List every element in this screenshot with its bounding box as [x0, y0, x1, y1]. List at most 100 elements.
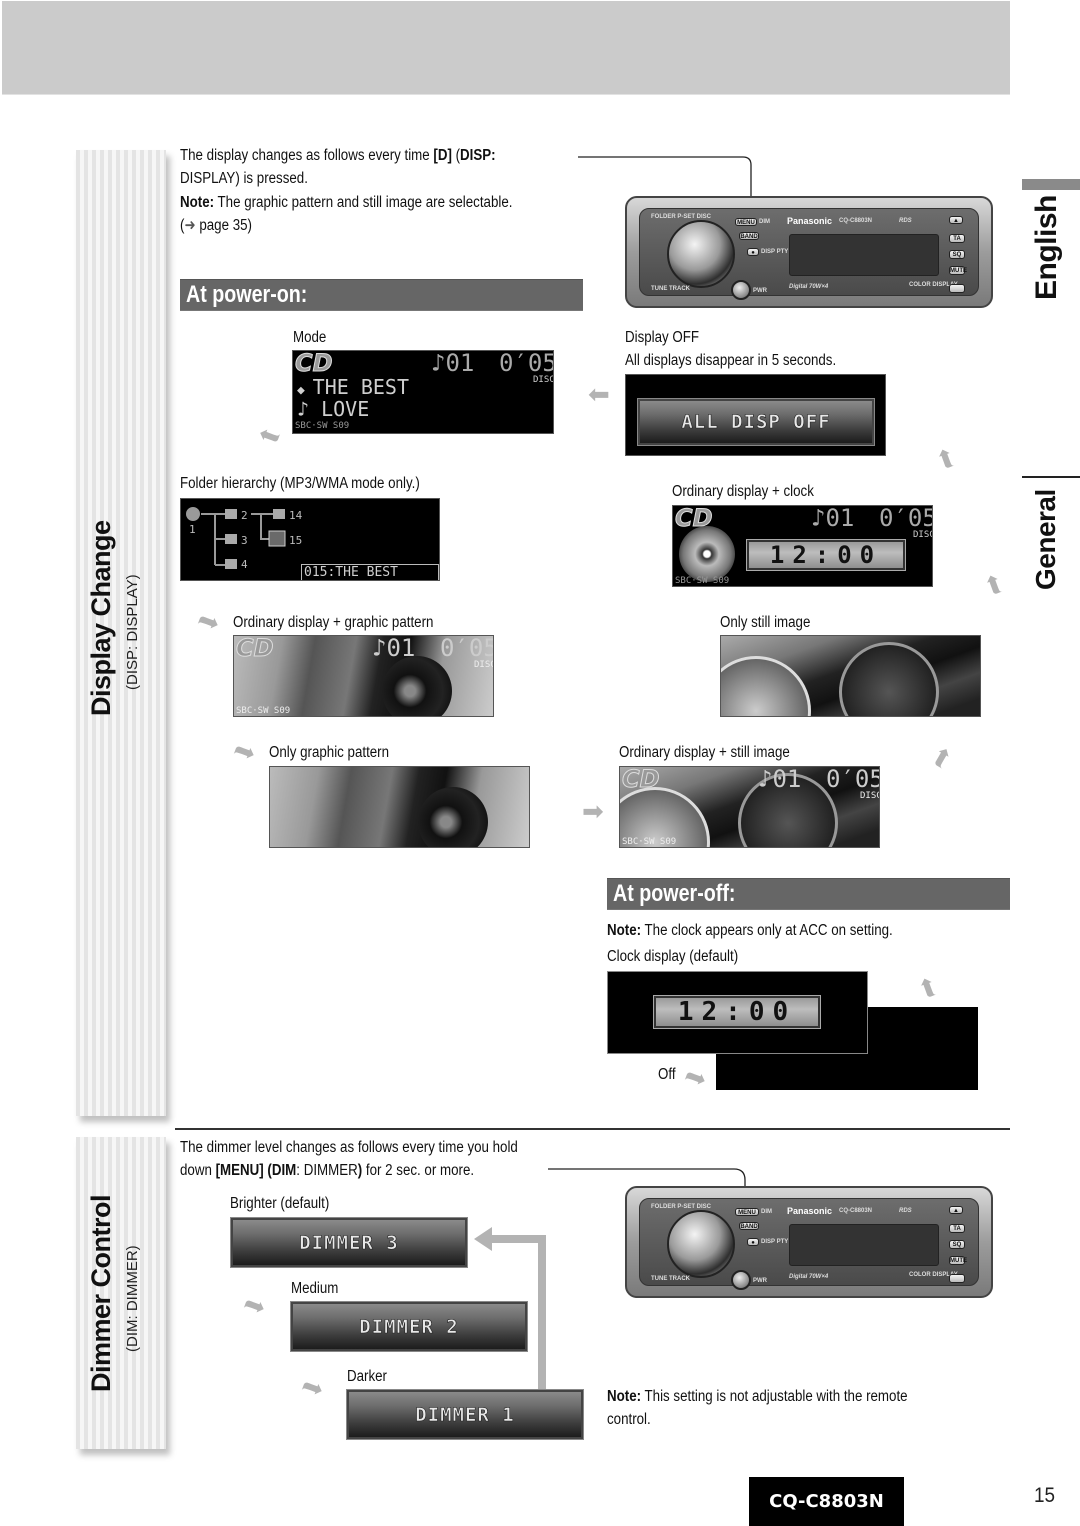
cd-logo: CD: [622, 766, 661, 794]
section-divider: [175, 1128, 1010, 1130]
power-off-note: Note: The clock appears only at ACC on s…: [607, 919, 893, 942]
ta-button[interactable]: TA: [949, 234, 965, 243]
note-text: This setting is not adjustable with the …: [641, 1388, 908, 1405]
gauge-graphic: [839, 642, 939, 716]
mute-button[interactable]: MUTE: [949, 1256, 967, 1265]
folder-icon: [225, 534, 237, 544]
cycle-arrow-icon: ➦: [239, 1287, 271, 1323]
header-band: [2, 1, 1010, 95]
cd-logo: CD: [675, 505, 714, 533]
band-button[interactable]: BAND: [739, 1222, 759, 1230]
head-unit-illustration: FOLDER P-SET DISC TUNE TRACK MENU DIM BA…: [625, 196, 993, 308]
disc-indicator: DISC: [860, 791, 880, 801]
folder-label: Folder hierarchy (MP3/WMA mode only.): [180, 475, 420, 492]
clock-ordinary-screen: CD ♪01 0′05 DISC 12:00 SBC·SW S09: [672, 505, 933, 587]
cycle-arrow-icon: ➦: [297, 1369, 329, 1405]
key-disp: DISP:: [460, 147, 496, 164]
intro-text: : DIMMER: [296, 1162, 358, 1179]
tune-label: TUNE TRACK: [651, 286, 690, 292]
language-tab: English: [1030, 195, 1070, 410]
off-label: Off: [658, 1066, 676, 1083]
cycle-arrow-icon: ➦: [680, 1059, 712, 1095]
arrow-right-icon: ➡: [582, 796, 604, 826]
rds-logo: RDS: [899, 218, 912, 224]
src-button[interactable]: [731, 1270, 751, 1290]
menu-button[interactable]: MENU: [735, 218, 757, 226]
cycle-arrow-icon: ➦: [922, 740, 960, 774]
dimmer-note: Note: This setting is not adjustable wit…: [607, 1385, 908, 1431]
volume-knob[interactable]: [667, 220, 735, 288]
cycle-arrow-icon: ➦: [229, 733, 261, 769]
model-badge-text: CQ-C8803N: [769, 1491, 884, 1512]
clock-screen: 12:00: [607, 971, 868, 1054]
radio-model: CQ-C8803N: [839, 1208, 873, 1214]
still-only-screen: [720, 635, 981, 717]
key-d: [D]: [433, 147, 452, 164]
eject-button[interactable]: ▲: [949, 216, 963, 224]
display-intro: The display changes as follows every tim…: [180, 144, 512, 237]
src-button[interactable]: [731, 280, 751, 300]
sound-indicator: SBC·SW S09: [295, 421, 350, 431]
track-title: ♪ LOVE: [297, 397, 370, 421]
note-label: Note:: [607, 922, 642, 939]
graphic-only-label: Only graphic pattern: [269, 744, 390, 761]
section-tab-label: General: [1030, 489, 1061, 590]
selected-folder-icon: [268, 530, 286, 547]
intro-line2: DISPLAY) is pressed.: [180, 170, 308, 187]
cycle-arrow-icon: ➦: [927, 443, 963, 475]
folder-screen: 1 2 3 4 14 15 015:THE BEST: [180, 498, 440, 581]
volume-knob[interactable]: [667, 1210, 735, 1278]
sq-button[interactable]: SQ: [949, 250, 965, 259]
folder-number: 3: [241, 534, 248, 547]
note-label: Note:: [607, 1388, 642, 1405]
still-only-label: Only still image: [720, 614, 811, 631]
head-unit-illustration: FOLDER P-SET DISC TUNE TRACK MENU DIM BA…: [625, 1186, 993, 1298]
key-menu: [MENU] (DIM: [215, 1162, 297, 1179]
display-change-subtitle-text: (DISP: DISPLAY): [124, 574, 141, 690]
sq-button[interactable]: SQ: [949, 1240, 965, 1249]
clock-ordinary-label: Ordinary display + clock: [672, 483, 814, 500]
ta-button[interactable]: TA: [949, 1224, 965, 1233]
section-tab-divider: [1022, 476, 1080, 478]
power-on-header: At power-on:: [180, 279, 583, 311]
disc-indicator: DISC: [913, 530, 933, 540]
gauge-graphic: [721, 656, 811, 716]
note-label: Note:: [180, 194, 215, 211]
dimmer-level-screen: DIMMER 3: [230, 1217, 468, 1268]
radio-model: CQ-C8803N: [839, 218, 873, 224]
menu-button[interactable]: MENU: [735, 1208, 759, 1216]
play-time: 0′05: [879, 505, 933, 532]
album-title: THE BEST: [312, 375, 409, 399]
disp-button[interactable]: ●: [747, 1238, 759, 1246]
sound-indicator: SBC·SW S09: [675, 576, 730, 586]
pwr-label: PWR: [753, 288, 767, 294]
track-number: ♪01: [758, 766, 802, 793]
faceplate-release-button[interactable]: [949, 1274, 965, 1283]
folder-number: 4: [241, 558, 248, 571]
dimmer-control-title-text: Dimmer Control: [86, 1194, 116, 1392]
eject-button[interactable]: ▲: [949, 1206, 963, 1214]
race-car-tire-graphic: [418, 787, 488, 847]
amp-label: Digital 70W×4: [789, 284, 829, 290]
display-off-label: Display OFF: [625, 329, 700, 346]
folder-icon: [273, 509, 285, 519]
disp-button[interactable]: ●: [747, 248, 759, 256]
clock-text: 12:00: [677, 997, 797, 1027]
disc-indicator: DISC: [474, 660, 494, 670]
mute-button[interactable]: MUTE: [949, 266, 967, 275]
cd-logo: CD: [236, 635, 275, 663]
disc-root-icon: [186, 507, 200, 521]
note-text: control.: [607, 1411, 651, 1428]
folder-label: FOLDER P-SET DISC: [651, 214, 712, 220]
page-ref-link[interactable]: page 35): [196, 217, 252, 234]
intro-text: down: [180, 1162, 216, 1179]
dimmer-level-text: DIMMER 1: [415, 1403, 515, 1426]
graphic-ordinary-label: Ordinary display + graphic pattern: [233, 614, 434, 631]
sound-indicator: SBC·SW S09: [622, 837, 677, 847]
band-button[interactable]: BAND: [739, 232, 759, 240]
cd-logo: CD: [295, 350, 334, 378]
clock-display-label: Clock display (default): [607, 948, 739, 965]
faceplate-release-button[interactable]: [949, 284, 965, 293]
clock-text: 12:00: [769, 541, 883, 569]
brand-logo: Panasonic: [787, 216, 833, 226]
